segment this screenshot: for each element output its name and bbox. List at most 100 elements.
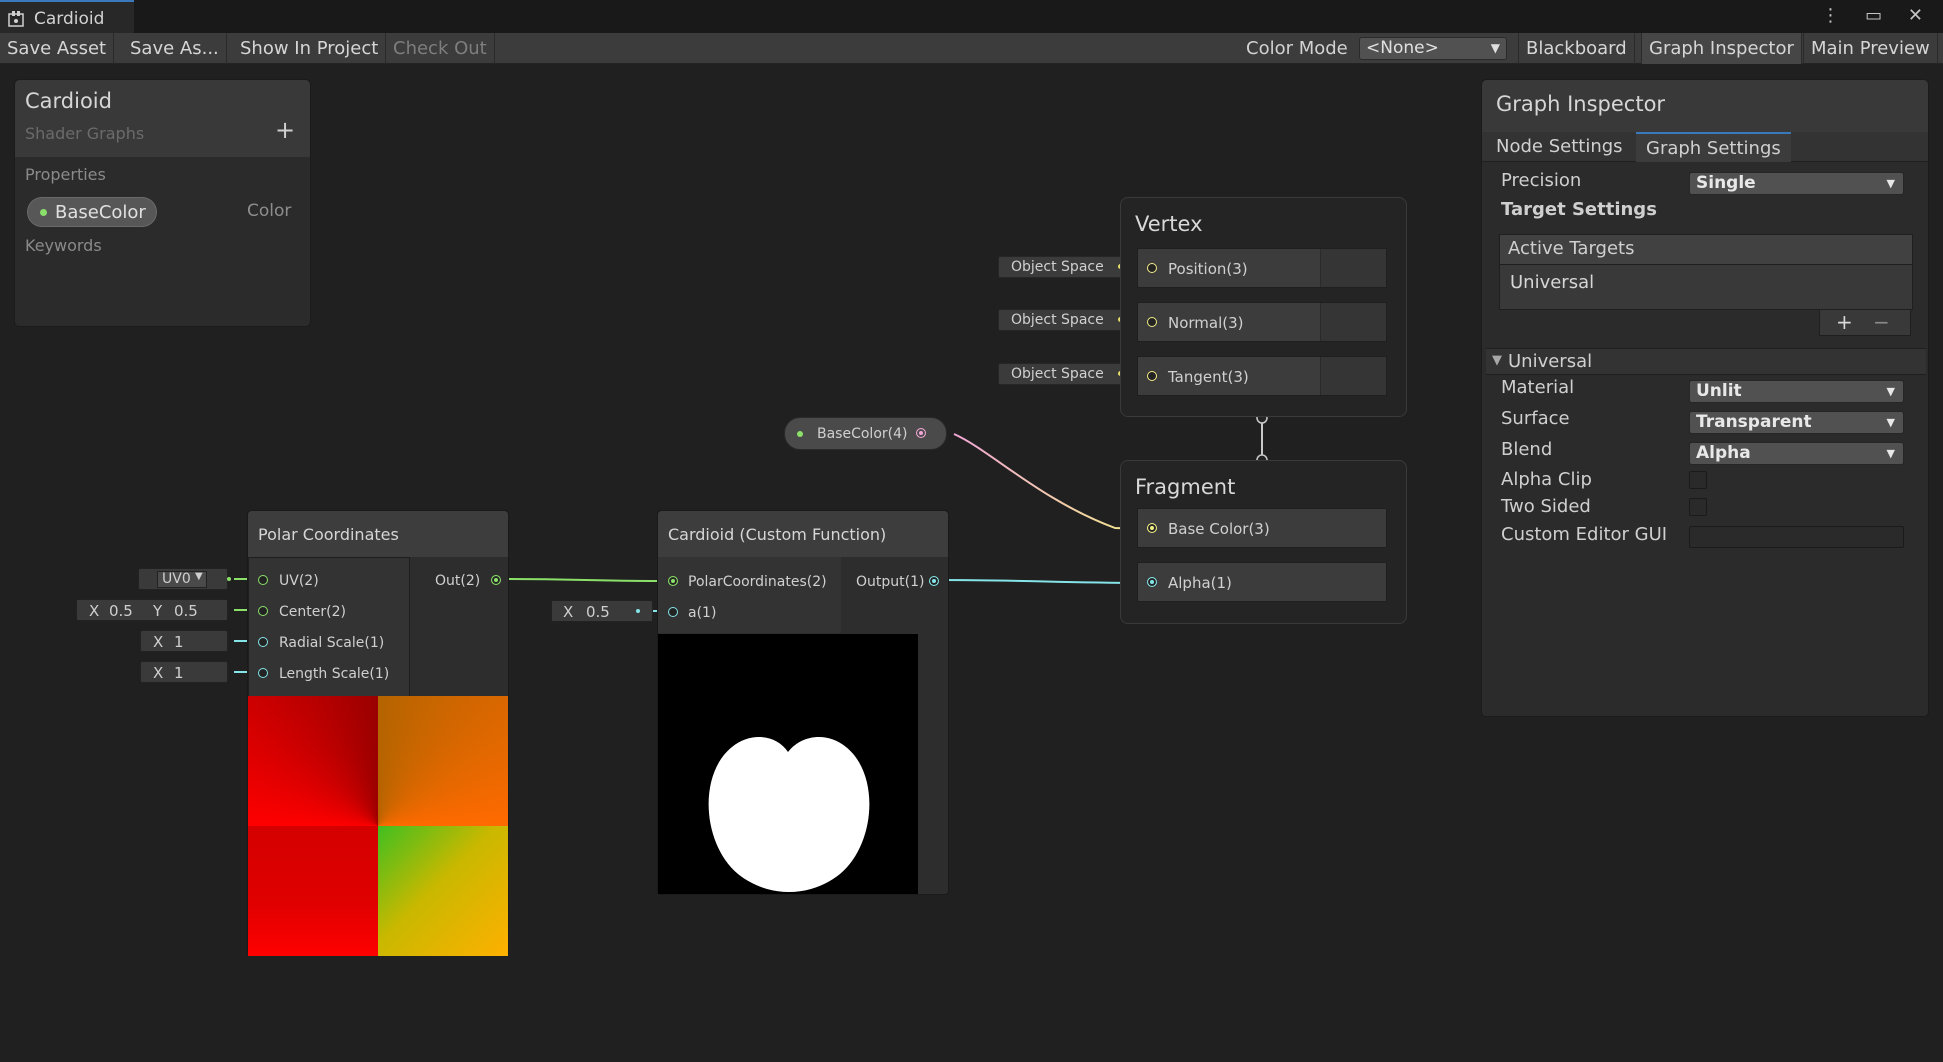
main-preview-toggle-button[interactable]: Main Preview (1803, 33, 1938, 64)
center-y-label: Y (153, 602, 163, 620)
port-label-length: Length Scale(1) (279, 666, 390, 682)
cardioid-shape (708, 736, 870, 892)
color-mode-select[interactable]: <None> ▼ (1359, 37, 1507, 60)
vertex-tangent-space[interactable]: Object Space (998, 363, 1132, 385)
target-item-universal[interactable]: Universal (1510, 272, 1594, 293)
active-targets-header: Active Targets (1500, 235, 1912, 265)
uv-channel-input[interactable]: UV0 ▼ (138, 568, 231, 590)
blackboard-toggle-button[interactable]: Blackboard (1518, 33, 1635, 64)
a-x-value[interactable]: 0.5 (586, 603, 610, 621)
graph-inspector-toggle-button[interactable]: Graph Inspector (1641, 33, 1802, 64)
block-label: Tangent(3) (1168, 368, 1249, 386)
vertex-block-tangent[interactable]: Tangent(3) (1137, 356, 1387, 396)
fragment-block-alpha[interactable]: Alpha(1) (1137, 562, 1387, 602)
keywords-label: Keywords (25, 236, 102, 255)
port-alpha-icon[interactable] (1147, 577, 1157, 587)
port-label-polarcoordinates: PolarCoordinates(2) (688, 574, 827, 590)
port-radial-icon[interactable] (258, 637, 268, 647)
tab-node-settings[interactable]: Node Settings (1486, 132, 1633, 162)
save-as-button[interactable]: Save As... (123, 33, 227, 64)
check-out-button[interactable]: Check Out (386, 33, 495, 64)
center-y-value[interactable]: 0.5 (174, 602, 198, 620)
chevron-down-icon: ▼ (1886, 177, 1895, 190)
port-dot-icon (227, 577, 231, 581)
surface-label: Surface (1501, 408, 1570, 429)
targets-buttons: + − (1819, 310, 1911, 336)
add-target-icon[interactable]: + (1836, 310, 1853, 334)
property-out-port-icon[interactable] (916, 428, 926, 438)
universal-section-header[interactable]: ▼ Universal (1486, 348, 1926, 375)
vertex-block-position[interactable]: Position(3) (1137, 248, 1387, 288)
block-label: Alpha(1) (1168, 574, 1232, 592)
chevron-down-icon: ▼ (195, 571, 203, 582)
two-sided-checkbox[interactable] (1689, 498, 1707, 516)
foldout-arrow-icon: ▼ (1492, 353, 1502, 368)
window-tab[interactable]: Cardioid (0, 0, 134, 33)
center-x-value[interactable]: 0.5 (109, 602, 133, 620)
port-base-color-icon[interactable] (1147, 523, 1157, 533)
port-length-icon[interactable] (258, 668, 268, 678)
alpha-clip-checkbox[interactable] (1689, 471, 1707, 489)
port-dot-icon (40, 209, 47, 216)
length-x-value[interactable]: 1 (174, 664, 184, 682)
add-property-icon[interactable]: + (275, 116, 295, 144)
vertex-position-space[interactable]: Object Space (998, 256, 1132, 278)
properties-label: Properties (25, 165, 106, 184)
port-tangent-icon[interactable] (1147, 371, 1157, 381)
custom-editor-gui-field[interactable] (1689, 526, 1904, 548)
port-label-out: Out(2) (435, 573, 481, 589)
center-input[interactable]: X 0.5 Y 0.5 (76, 599, 228, 621)
inspector-title: Graph Inspector (1496, 92, 1666, 116)
radial-scale-input[interactable]: X 1 (140, 630, 228, 652)
cardioid-custom-function-node[interactable]: Cardioid (Custom Function) PolarCoordina… (657, 510, 949, 895)
center-x-label: X (89, 602, 100, 620)
polar-preview (248, 696, 508, 956)
port-polarcoordinates-icon[interactable] (668, 576, 678, 586)
surface-select[interactable]: Transparent ▼ (1689, 411, 1904, 434)
fragment-title: Fragment (1135, 475, 1236, 499)
port-center-icon[interactable] (258, 606, 268, 616)
length-scale-input[interactable]: X 1 (140, 661, 228, 683)
port-position-icon[interactable] (1147, 263, 1157, 273)
chevron-down-icon: ▼ (1886, 447, 1895, 460)
vertex-block-normal[interactable]: Normal(3) (1137, 302, 1387, 342)
show-in-project-button[interactable]: Show In Project (233, 33, 387, 64)
radial-x-value[interactable]: 1 (174, 633, 184, 651)
vertex-normal-space[interactable]: Object Space (998, 309, 1132, 331)
port-out-icon[interactable] (491, 575, 501, 585)
port-label-output: Output(1) (856, 574, 925, 590)
precision-select[interactable]: Single ▼ (1689, 172, 1904, 195)
tab-graph-settings[interactable]: Graph Settings (1636, 132, 1791, 162)
graph-inspector-panel[interactable]: Graph Inspector Node Settings Graph Sett… (1481, 79, 1929, 717)
block-field (1320, 357, 1386, 395)
space-label: Object Space (1011, 366, 1104, 382)
fragment-stack[interactable]: Fragment Base Color(3) Alpha(1) (1120, 460, 1407, 624)
save-asset-button[interactable]: Save Asset (0, 33, 115, 64)
fragment-block-base-color[interactable]: Base Color(3) (1137, 508, 1387, 548)
custom-editor-gui-label: Custom Editor GUI (1501, 524, 1668, 545)
basecolor-property-node[interactable]: BaseColor(4) (784, 417, 947, 450)
chevron-down-icon: ▼ (1886, 416, 1895, 429)
port-label-radial: Radial Scale(1) (279, 635, 385, 651)
port-uv-icon[interactable] (258, 575, 268, 585)
blend-select[interactable]: Alpha ▼ (1689, 442, 1904, 465)
property-pill-basecolor[interactable]: BaseColor (27, 197, 157, 227)
remove-target-icon[interactable]: − (1873, 310, 1890, 334)
precision-value: Single (1696, 173, 1756, 193)
block-label: Base Color(3) (1168, 520, 1270, 538)
polar-coordinates-node[interactable]: Polar Coordinates UV(2) Center(2) Radial… (247, 510, 509, 956)
inspector-tabs: Node Settings Graph Settings (1482, 132, 1928, 162)
port-a-icon[interactable] (668, 607, 678, 617)
a-input[interactable]: X 0.5 (551, 600, 653, 622)
graph-toolbar: Save Asset Save As... Show In Project Ch… (0, 33, 1943, 64)
port-normal-icon[interactable] (1147, 317, 1157, 327)
node-title: Cardioid (Custom Function) (658, 511, 948, 557)
port-output-icon[interactable] (929, 576, 939, 586)
vertex-stack[interactable]: Vertex Position(3) Normal(3) Tangent(3) (1120, 197, 1407, 417)
active-targets-list: Active Targets Universal (1499, 234, 1913, 310)
port-dot-icon (636, 609, 640, 613)
material-select[interactable]: Unlit ▼ (1689, 380, 1904, 403)
blackboard-panel[interactable]: Cardioid Shader Graphs + Properties Base… (14, 79, 311, 327)
window-controls-icon[interactable]: ⋮ ▭ ✕ (1821, 5, 1933, 26)
surface-value: Transparent (1696, 412, 1812, 432)
